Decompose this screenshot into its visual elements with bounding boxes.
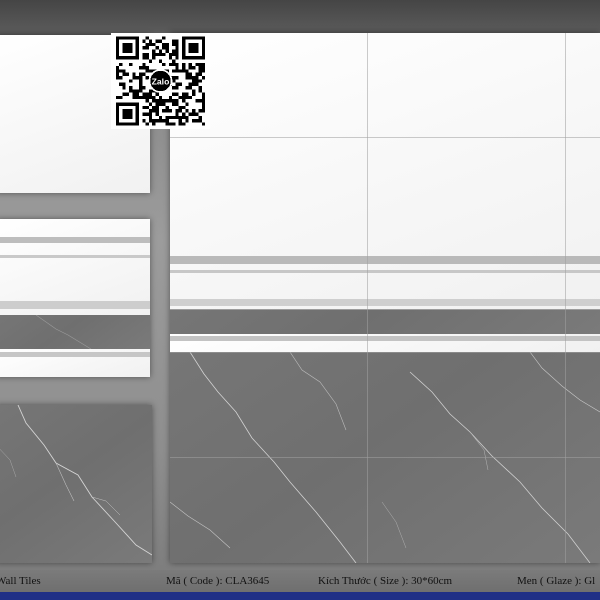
product-glaze-label: Men ( Glaze ): Gl [517,575,596,587]
marble-vein-pattern [35,315,92,349]
tile-joint [170,352,600,353]
marble-vein-pattern [0,405,152,556]
wall-border-stripe [170,256,600,264]
product-code-label: Mã ( Code ): CLA3645 [166,575,270,587]
tile-joint [367,33,368,563]
product-caption-bar: Wall Tiles Mã ( Code ): CLA3645 Kích Thư… [0,570,600,592]
border-stripe [0,352,150,357]
zalo-badge-label: Zalo [152,77,170,87]
border-stripe [0,255,150,258]
wall-grey-band [170,310,600,334]
tile-joint [170,137,600,138]
wall-white-section [170,33,600,309]
tile-joint [170,457,600,458]
wall-border-stripe [170,270,600,273]
wall-installation-preview [170,33,600,563]
border-stripe [0,237,150,243]
panel-border-tile [0,219,150,377]
product-type-label: Wall Tiles [0,575,41,587]
border-tile-grey-band [0,315,150,349]
border-stripe [0,301,150,309]
qr-code-icon: Zalo [115,36,206,126]
tile-joint [170,309,600,310]
tile-joint [565,33,566,563]
panel-grey-tile [0,405,152,563]
wall-border-stripe [170,336,600,341]
bottom-accent-bar [0,592,600,600]
zalo-qr-code[interactable]: Zalo [111,33,210,129]
wall-border-stripe [170,299,600,306]
grey-tile-surface [0,405,152,563]
product-size-label: Kích Thước ( Size ): 30*60cm [318,575,453,587]
